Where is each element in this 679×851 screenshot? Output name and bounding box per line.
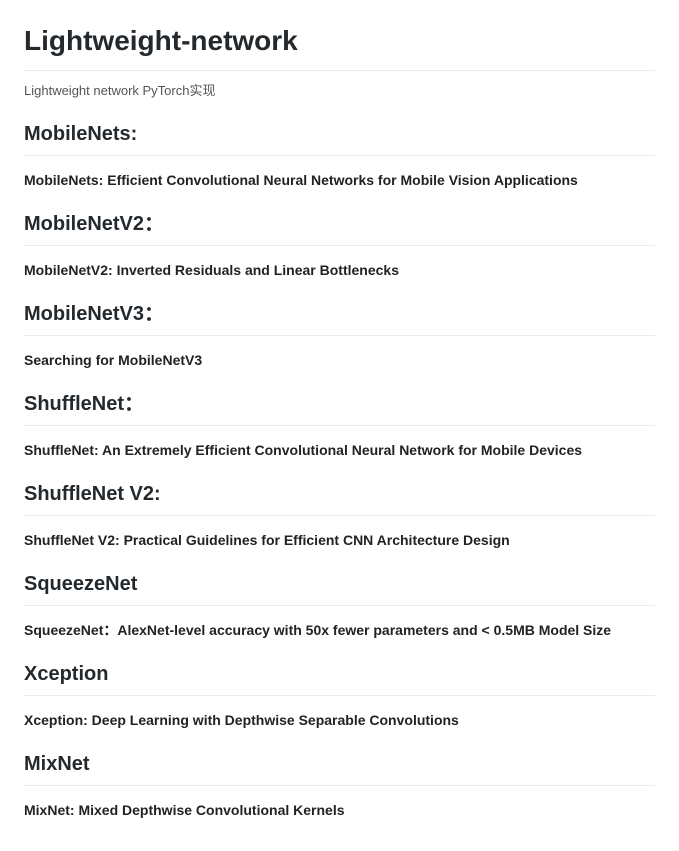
section-heading-mobilenetv3: MobileNetV3： [24, 299, 655, 336]
page-title: Lightweight-network [24, 20, 655, 71]
section-sub-shufflenetv2: ShuffleNet V2: Practical Guidelines for … [24, 530, 655, 551]
section-heading-xception: Xception [24, 659, 655, 696]
section-heading-squeezenet: SqueezeNet [24, 569, 655, 606]
section-sub-mobilenetv3: Searching for MobileNetV3 [24, 350, 655, 371]
section-sub-shufflenet: ShuffleNet: An Extremely Efficient Convo… [24, 440, 655, 461]
page-description: Lightweight network PyTorch实现 [24, 81, 655, 101]
section-heading-mixnet: MixNet [24, 749, 655, 786]
section-sub-squeezenet: SqueezeNet：AlexNet-level accuracy with 5… [24, 620, 655, 641]
section-heading-mobilenetv2: MobileNetV2： [24, 209, 655, 246]
section-heading-shufflenetv2: ShuffleNet V2: [24, 479, 655, 516]
section-heading-mobilenets: MobileNets: [24, 119, 655, 156]
section-sub-mobilenetv2: MobileNetV2: Inverted Residuals and Line… [24, 260, 655, 281]
section-sub-mobilenets: MobileNets: Efficient Convolutional Neur… [24, 170, 655, 191]
section-sub-xception: Xception: Deep Learning with Depthwise S… [24, 710, 655, 731]
readme-container: Lightweight-network Lightweight network … [0, 0, 679, 851]
section-sub-mixnet: MixNet: Mixed Depthwise Convolutional Ke… [24, 800, 655, 821]
section-heading-shufflenet: ShuffleNet： [24, 389, 655, 426]
